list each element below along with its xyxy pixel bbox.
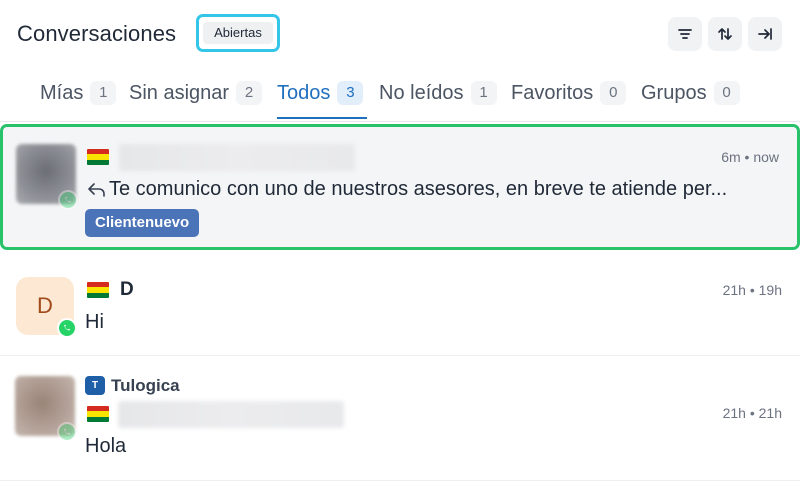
tab-label: No leídos xyxy=(379,82,464,104)
tab-no-leidos[interactable]: No leídos 1 xyxy=(379,80,497,120)
whatsapp-icon xyxy=(57,318,77,338)
inbox-icon: T xyxy=(85,376,105,395)
reply-arrow-icon xyxy=(88,183,105,197)
active-tab-indicator xyxy=(277,117,367,119)
status-filter-label: Abiertas xyxy=(203,22,273,44)
tab-todos[interactable]: Todos 3 xyxy=(277,80,364,120)
label-badge[interactable]: Clientenuevo xyxy=(85,209,200,237)
tab-label: Favoritos xyxy=(511,82,594,104)
tab-count-badge: 3 xyxy=(337,81,364,105)
bolivia-flag-icon xyxy=(87,282,109,298)
conversation-time: 21h • 21h xyxy=(722,405,782,421)
conversations-header: Conversaciones Abiertas xyxy=(0,0,800,70)
filter-button[interactable] xyxy=(668,17,702,51)
conversation-item[interactable]: T Tulogica 21h • 21h Hola xyxy=(0,357,800,481)
tab-label: Todos xyxy=(277,82,331,104)
tab-favoritos[interactable]: Favoritos 0 xyxy=(511,80,627,120)
tab-count-badge: 1 xyxy=(90,81,117,105)
last-message-preview: Hi xyxy=(85,311,104,333)
conversation-time: 6m • now xyxy=(721,149,779,165)
collapse-panel-button[interactable] xyxy=(748,17,782,51)
contact-name-redacted xyxy=(118,401,344,428)
tab-label: Mías xyxy=(40,82,84,104)
bolivia-flag-icon xyxy=(87,149,109,165)
conversation-tabs: Mías 1 Sin asignar 2 Todos 3 No leídos 1… xyxy=(0,70,800,122)
whatsapp-icon xyxy=(58,190,78,210)
whatsapp-icon xyxy=(57,422,77,442)
tab-count-badge: 1 xyxy=(470,81,497,105)
tab-label: Sin asignar xyxy=(129,82,230,104)
filter-icon xyxy=(678,29,692,39)
sort-button[interactable] xyxy=(708,17,742,51)
tab-count-badge: 2 xyxy=(236,81,263,105)
tab-mias[interactable]: Mías 1 xyxy=(40,80,117,120)
tab-grupos[interactable]: Grupos 0 xyxy=(641,80,740,120)
tab-sin-asignar[interactable]: Sin asignar 2 xyxy=(129,80,263,120)
last-message-preview: Hola xyxy=(85,435,127,457)
conversation-item-selected[interactable]: 6m • now Te comunico con uno de nuestros… xyxy=(0,124,800,250)
conversation-time: 21h • 19h xyxy=(722,282,782,298)
last-message-preview: Te comunico con uno de nuestros asesores… xyxy=(109,178,728,200)
bolivia-flag-icon xyxy=(87,406,109,422)
conversation-item[interactable]: D D 21h • 19h Hi xyxy=(0,261,800,356)
contact-name-redacted xyxy=(119,144,355,171)
contact-name: D xyxy=(120,279,134,300)
page-title: Conversaciones xyxy=(17,21,177,46)
sort-icon xyxy=(718,28,732,40)
tab-count-badge: 0 xyxy=(713,81,740,105)
tab-label: Grupos xyxy=(641,82,707,104)
tab-count-badge: 0 xyxy=(600,81,627,105)
collapse-right-icon xyxy=(758,28,772,40)
inbox-name: Tulogica xyxy=(111,376,180,395)
status-filter-dropdown[interactable]: Abiertas xyxy=(196,14,280,52)
